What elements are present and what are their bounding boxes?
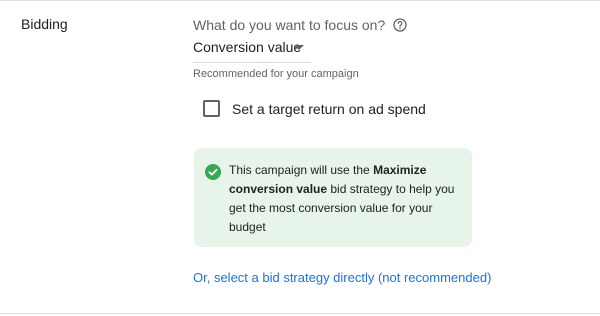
focus-helper-text: Recommended for your campaign [193,68,359,80]
target-roas-checkbox[interactable] [203,100,220,117]
target-roas-label: Set a target return on ad spend [232,100,426,117]
focus-dropdown-value: Conversion value [193,39,302,55]
help-icon[interactable] [393,18,407,32]
info-text-before: This campaign will use the [229,163,374,177]
focus-dropdown[interactable]: Conversion value [193,32,311,63]
focus-question-row: What do you want to focus on? [193,17,407,33]
select-bid-strategy-link[interactable]: Or, select a bid strategy directly (not … [193,270,491,285]
section-label: Bidding [21,16,68,32]
focus-question: What do you want to focus on? [193,17,386,33]
top-divider [0,0,600,1]
bid-strategy-info-text: This campaign will use the Maximize conv… [229,161,461,237]
target-roas-option[interactable]: Set a target return on ad spend [203,100,426,117]
check-circle-icon [205,164,221,180]
bid-strategy-info-box: This campaign will use the Maximize conv… [194,148,472,247]
dropdown-arrow-icon [294,45,304,50]
bottom-divider [0,313,600,314]
